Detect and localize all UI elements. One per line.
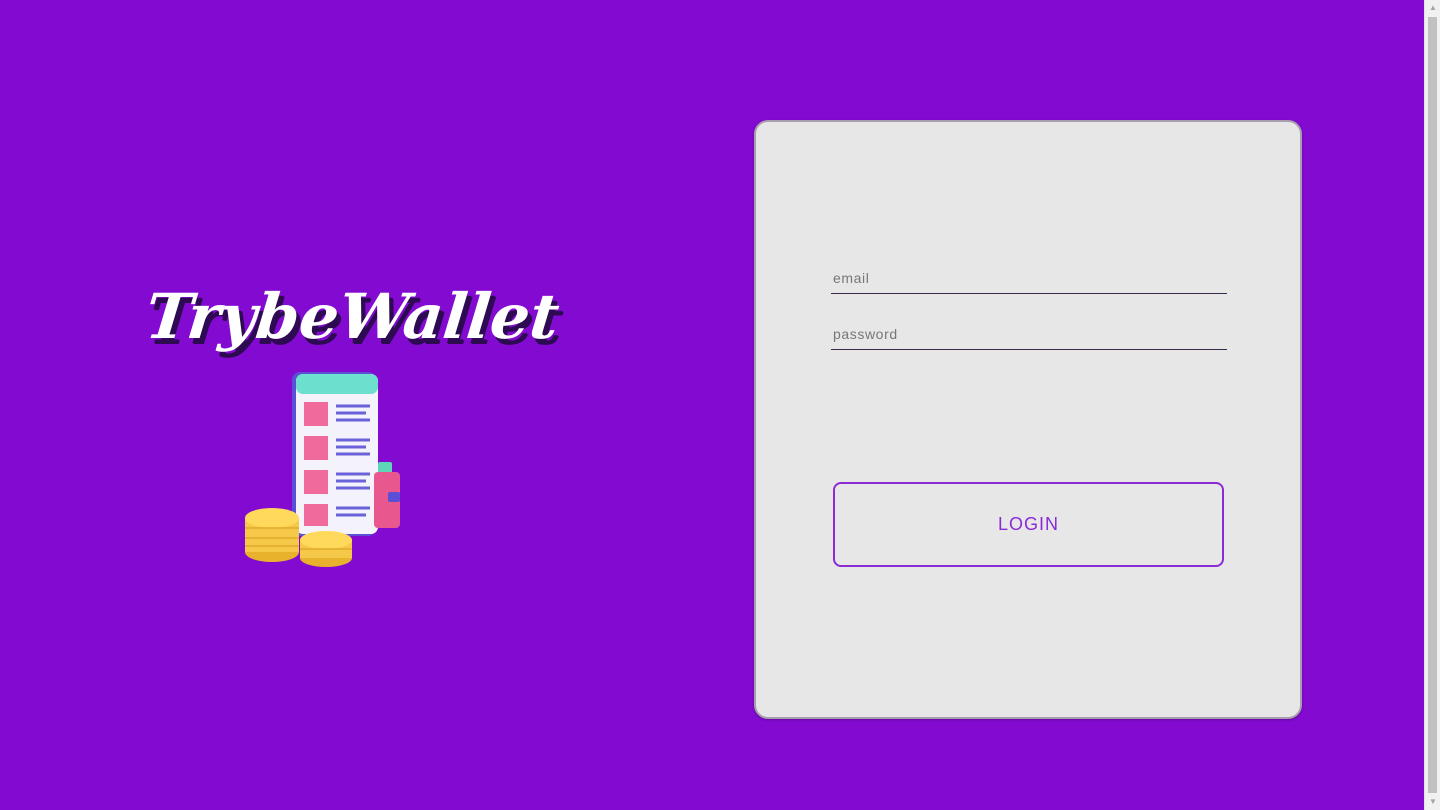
app-logo: TrybeWallet <box>142 280 563 353</box>
password-field-container <box>831 312 1227 350</box>
email-input[interactable] <box>831 256 1227 293</box>
email-field-container <box>831 256 1227 294</box>
scroll-up-icon[interactable]: ▲ <box>1425 0 1440 16</box>
scroll-down-icon[interactable]: ▼ <box>1425 794 1440 810</box>
scrollbar-thumb[interactable] <box>1428 17 1437 793</box>
password-input[interactable] <box>831 312 1227 349</box>
login-card: LOGIN <box>754 120 1302 719</box>
login-button[interactable]: LOGIN <box>833 482 1224 567</box>
vertical-scrollbar[interactable]: ▲ ▼ <box>1424 0 1440 810</box>
page-background: TrybeWallet email LOGIN <box>0 0 1424 810</box>
wallet-illustration-icon <box>245 372 400 567</box>
brand-section: TrybeWallet <box>140 270 563 580</box>
